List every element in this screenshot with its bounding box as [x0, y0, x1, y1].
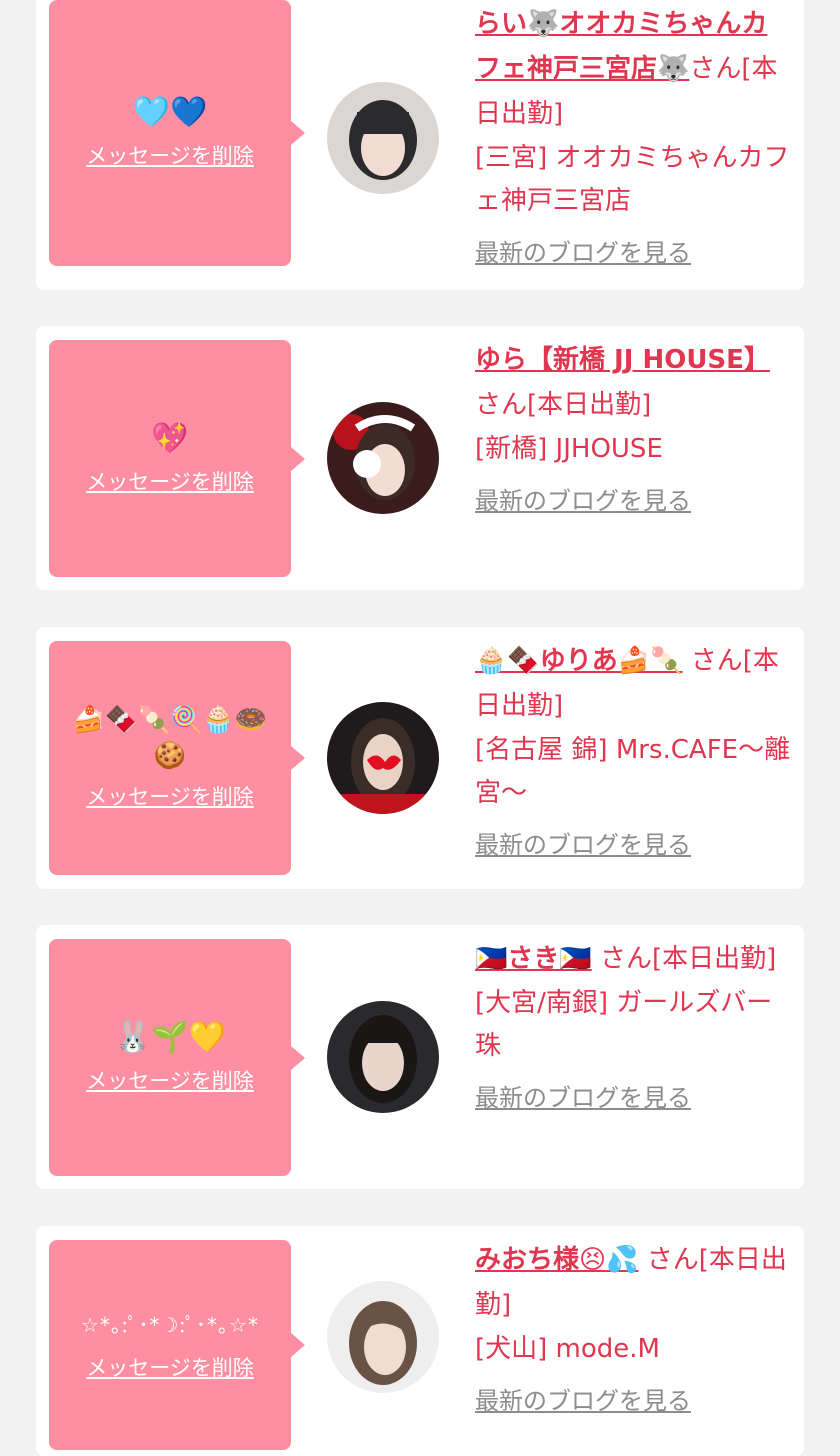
favorite-card: 💖 メッセージを削除 ゆら【新橋 JJ HOUSE】 さん[本日出勤] [新橋]… — [36, 326, 804, 590]
latest-blog-link[interactable]: 最新のブログを見る — [475, 1379, 691, 1424]
avatar[interactable] — [327, 82, 439, 194]
profile-info: みおち様😣💦 さん[本日出勤] [犬山] mode.M 最新のブログを見る — [475, 1238, 793, 1424]
message-bubble: 🐰🌱💛 メッセージを削除 — [49, 939, 291, 1176]
message-text: 🩵💙 — [132, 95, 208, 130]
cast-name-link[interactable]: 🧁🍫ゆりあ🍰🍡 — [475, 646, 683, 676]
delete-message-link[interactable]: メッセージを削除 — [86, 780, 254, 814]
latest-blog-link[interactable]: 最新のブログを見る — [475, 231, 691, 276]
shop-info: [犬山] mode.M — [475, 1334, 660, 1364]
profile-info: らい🐺オオカミちゃんカフェ神戸三宮店🐺さん[本日出勤] [三宮] オオカミちゃん… — [475, 2, 793, 276]
shop-info: [新橋] JJHOUSE — [475, 434, 663, 464]
cast-status: さん[本日出勤] — [600, 944, 777, 974]
avatar[interactable] — [327, 1001, 439, 1113]
delete-message-link[interactable]: メッセージを削除 — [86, 1064, 254, 1098]
message-text: ☆*｡:ﾟ･*☽:ﾟ･*｡☆* — [81, 1313, 259, 1337]
shop-info: [大宮/南銀] ガールズバー 珠 — [475, 988, 773, 1061]
message-text: 🍰🍫🍡🍭🧁🍩🍪 — [72, 705, 268, 771]
avatar[interactable] — [327, 1281, 439, 1393]
latest-blog-link[interactable]: 最新のブログを見る — [475, 1076, 691, 1121]
message-bubble: 🍰🍫🍡🍭🧁🍩🍪 メッセージを削除 — [49, 641, 291, 875]
profile-info: ゆら【新橋 JJ HOUSE】 さん[本日出勤] [新橋] JJHOUSE 最新… — [475, 338, 793, 524]
favorite-card: 🍰🍫🍡🍭🧁🍩🍪 メッセージを削除 🧁🍫ゆりあ🍰🍡 さん[本日出勤] [名古屋 錦… — [36, 627, 804, 889]
cast-status: さん[本日出勤] — [475, 390, 652, 420]
cast-name-link[interactable]: みおち様😣💦 — [475, 1245, 638, 1275]
latest-blog-link[interactable]: 最新のブログを見る — [475, 823, 691, 868]
latest-blog-link[interactable]: 最新のブログを見る — [475, 479, 691, 524]
message-text: 🐰🌱💛 — [113, 1019, 227, 1055]
shop-info: [三宮] オオカミちゃんカフェ神戸三宮店 — [475, 143, 790, 216]
delete-message-link[interactable]: メッセージを削除 — [86, 465, 254, 499]
favorite-card: 🩵💙 メッセージを削除 らい🐺オオカミちゃんカフェ神戸三宮店🐺さん[本日出勤] … — [36, 0, 804, 290]
delete-message-link[interactable]: メッセージを削除 — [86, 1351, 254, 1385]
avatar[interactable] — [327, 702, 439, 814]
delete-message-link[interactable]: メッセージを削除 — [86, 139, 254, 173]
message-text: 💖 — [151, 420, 189, 456]
shop-info: [名古屋 錦] Mrs.CAFE〜離宮〜 — [475, 735, 791, 808]
message-bubble: 🩵💙 メッセージを削除 — [49, 0, 291, 266]
cast-name-link[interactable]: ゆら【新橋 JJ HOUSE】 — [475, 345, 770, 375]
message-bubble: 💖 メッセージを削除 — [49, 340, 291, 577]
favorite-card: ☆*｡:ﾟ･*☽:ﾟ･*｡☆* メッセージを削除 みおち様😣💦 さん[本日出勤]… — [36, 1226, 804, 1456]
profile-info: 🇵🇭さき🇵🇭 さん[本日出勤] [大宮/南銀] ガールズバー 珠 最新のブログを… — [475, 937, 793, 1121]
favorite-card: 🐰🌱💛 メッセージを削除 🇵🇭さき🇵🇭 さん[本日出勤] [大宮/南銀] ガール… — [36, 925, 804, 1189]
message-bubble: ☆*｡:ﾟ･*☽:ﾟ･*｡☆* メッセージを削除 — [49, 1240, 291, 1450]
avatar[interactable] — [327, 402, 439, 514]
cast-name-link[interactable]: 🇵🇭さき🇵🇭 — [475, 944, 592, 974]
profile-info: 🧁🍫ゆりあ🍰🍡 さん[本日出勤] [名古屋 錦] Mrs.CAFE〜離宮〜 最新… — [475, 639, 793, 868]
